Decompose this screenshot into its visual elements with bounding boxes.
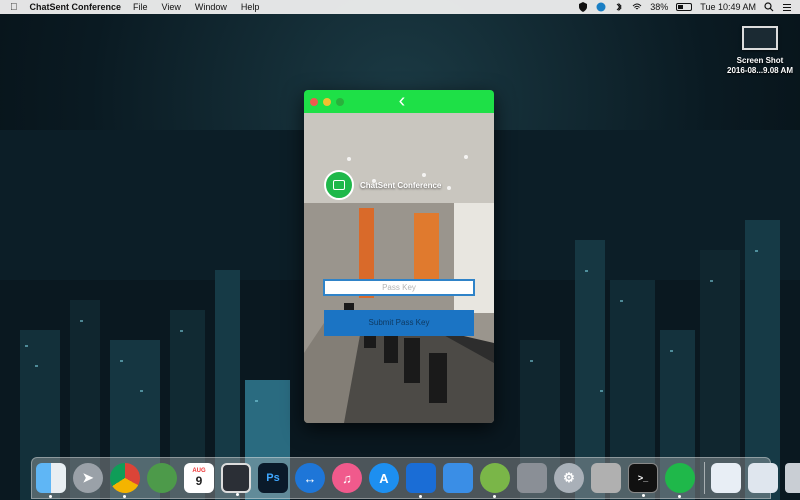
downloads-stack-icon[interactable]	[748, 463, 778, 493]
close-window-button[interactable]	[310, 98, 318, 106]
submit-pass-key-button[interactable]: Submit Pass Key	[324, 310, 474, 336]
shield-icon[interactable]	[578, 2, 588, 12]
conference-room-image	[304, 113, 494, 423]
minimize-window-button[interactable]	[323, 98, 331, 106]
conference-room-background: ChatSent Conference Submit Pass Key	[304, 113, 494, 423]
brand-header: ChatSent Conference	[324, 170, 441, 200]
system-preferences-icon[interactable]	[517, 463, 547, 493]
window-titlebar[interactable]: ‹	[304, 90, 494, 113]
settings-gear-icon[interactable]: ⚙	[554, 463, 584, 493]
file-name-line2: 2016-08...9.08 AM	[727, 66, 793, 75]
zoom-window-button[interactable]	[336, 98, 344, 106]
photoshop-icon[interactable]: Ps	[258, 463, 288, 493]
apple-menu-icon[interactable]: 	[10, 2, 18, 13]
app-window-icon[interactable]	[221, 463, 251, 496]
battery-percent[interactable]: 38%	[650, 2, 668, 12]
menu-file[interactable]: File	[133, 2, 148, 12]
bluetooth-icon[interactable]	[614, 2, 624, 12]
battery-icon[interactable]	[676, 3, 693, 11]
desktop-screenshot-file[interactable]: Screen Shot 2016-08...9.08 AM	[722, 26, 798, 76]
search-icon[interactable]	[764, 2, 774, 12]
chrome-icon[interactable]	[110, 463, 140, 498]
document-stack-icon[interactable]	[711, 463, 741, 493]
wifi-icon[interactable]	[632, 2, 642, 12]
screenshot-thumbnail-icon	[742, 26, 778, 50]
chatsent-conference-icon[interactable]	[665, 463, 695, 498]
notification-center-icon[interactable]	[782, 2, 792, 12]
status-area: 38% Tue 10:49 AM	[578, 0, 792, 14]
launchpad-icon[interactable]: ➤	[73, 463, 103, 493]
itunes-icon[interactable]: ♫	[332, 463, 362, 493]
file-name-line1: Screen Shot	[736, 56, 784, 65]
skype-icon[interactable]	[596, 2, 606, 12]
dock: ➤ AUG 9 Ps ↔ ♫ A ⚙ >_	[31, 457, 800, 499]
android-studio-icon[interactable]	[480, 463, 510, 498]
finder-icon[interactable]	[36, 463, 66, 498]
teamviewer-icon[interactable]: ↔	[295, 463, 325, 493]
terminal-icon[interactable]: >_	[628, 463, 658, 497]
menu-app-name[interactable]: ChatSent Conference	[30, 2, 122, 12]
pass-key-input[interactable]	[323, 279, 475, 296]
trash-icon[interactable]	[785, 463, 800, 493]
clock[interactable]: Tue 10:49 AM	[700, 2, 756, 12]
calendar-icon[interactable]: AUG 9	[184, 463, 214, 493]
xcode-icon[interactable]	[406, 463, 436, 498]
brand-name: ChatSent Conference	[360, 180, 442, 190]
menu-window[interactable]: Window	[195, 2, 227, 12]
keychain-icon[interactable]	[591, 463, 621, 493]
menu-view[interactable]: View	[162, 2, 181, 12]
xcode-beta-icon[interactable]	[443, 463, 473, 493]
back-chevron-icon[interactable]: ‹	[394, 91, 410, 112]
chatsent-window: ‹ ChatSent Conference Pass Key Submit Pa…	[304, 90, 494, 423]
menu-bar:  ChatSent Conference File View Window H…	[0, 0, 800, 14]
app-store-icon[interactable]: A	[369, 463, 399, 493]
menu-help[interactable]: Help	[241, 2, 260, 12]
network-globe-icon[interactable]	[147, 463, 177, 493]
calendar-day: 9	[195, 474, 203, 488]
chat-bubble-logo-icon	[324, 170, 354, 200]
dock-separator	[704, 462, 705, 494]
